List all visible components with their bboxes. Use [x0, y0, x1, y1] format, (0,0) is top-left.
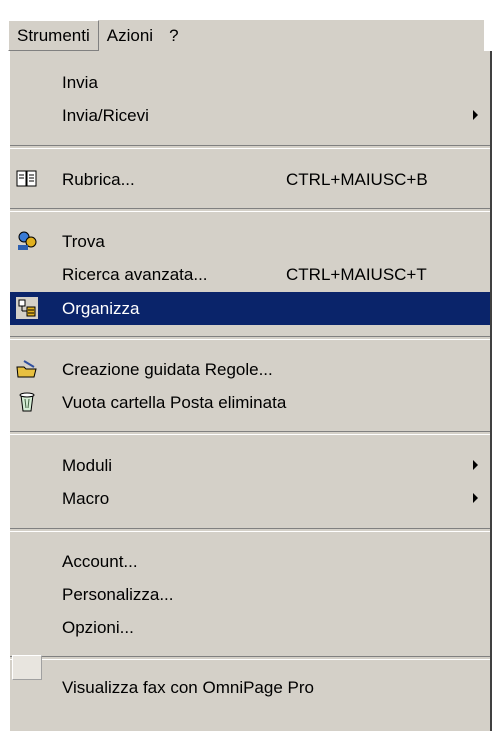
menu-item-rubrica[interactable]: Rubrica... CTRL+MAIUSC+B — [10, 163, 490, 196]
separator — [10, 336, 490, 340]
menu-item-invia[interactable]: Invia — [10, 66, 490, 99]
menu-item-label: Rubrica... — [62, 169, 135, 189]
address-book-icon — [16, 168, 38, 190]
menu-item-label: Creazione guidata Regole... — [62, 359, 273, 379]
menu-item-label: Vuota cartella Posta eliminata — [62, 392, 287, 412]
menu-item-creazione-regole[interactable]: Creazione guidata Regole... — [10, 353, 490, 386]
menu-strumenti[interactable]: Strumenti — [8, 20, 99, 51]
menu-item-personalizza[interactable]: Personalizza... — [10, 578, 490, 611]
submenu-arrow-icon — [473, 110, 478, 120]
find-people-icon — [16, 230, 38, 252]
menu-item-label: Moduli — [62, 455, 113, 475]
menu-item-organizza[interactable]: Organizza — [10, 292, 490, 325]
menu-item-label: Opzioni... — [62, 617, 134, 637]
empty-trash-icon — [16, 391, 38, 413]
menu-item-shortcut: CTRL+MAIUSC+B — [286, 169, 428, 189]
menu-strumenti-label: Strumenti — [17, 25, 90, 45]
strumenti-dropdown: Invia Invia/Ricevi Rubrica... CTRL+MAIUS… — [8, 51, 492, 731]
menu-help[interactable]: ? — [161, 20, 186, 51]
menu-item-moduli[interactable]: Moduli — [10, 449, 490, 482]
menu-help-label: ? — [169, 25, 179, 45]
menu-item-visualizza-fax[interactable]: Visualizza fax con OmniPage Pro — [10, 671, 490, 704]
menu-bar: Strumenti Azioni ? — [8, 20, 484, 51]
separator — [10, 528, 490, 532]
menu-item-label: Trova — [62, 231, 105, 251]
menu-item-label: Personalizza... — [62, 584, 174, 604]
submenu-arrow-icon — [473, 460, 478, 470]
menu-item-label: Invia/Ricevi — [62, 105, 149, 125]
menu-item-shortcut: CTRL+MAIUSC+T — [286, 264, 427, 284]
menu-azioni-label: Azioni — [106, 25, 154, 45]
organize-icon — [16, 297, 38, 319]
menu-item-label: Invia — [62, 72, 98, 92]
menu-item-label: Macro — [62, 488, 110, 508]
menu-item-account[interactable]: Account... — [10, 545, 490, 578]
menu-item-ricerca-avanzata[interactable]: Ricerca avanzata... CTRL+MAIUSC+T — [10, 258, 490, 291]
menu-item-label: Ricerca avanzata... — [62, 264, 208, 284]
rules-wizard-icon — [16, 358, 38, 380]
menu-item-macro[interactable]: Macro — [10, 482, 490, 515]
menu-item-invia-ricevi[interactable]: Invia/Ricevi — [10, 99, 490, 132]
submenu-arrow-icon — [473, 493, 478, 503]
separator — [10, 431, 490, 435]
menu-item-label: Organizza — [62, 298, 140, 318]
blank-icon — [12, 655, 42, 680]
menu-item-opzioni[interactable]: Opzioni... — [10, 611, 490, 644]
separator — [10, 656, 490, 660]
menu-item-trova[interactable]: Trova — [10, 225, 490, 258]
menu-item-label: Account... — [62, 551, 138, 571]
menu-item-vuota-cartella[interactable]: Vuota cartella Posta eliminata — [10, 386, 490, 419]
separator — [10, 145, 490, 149]
separator — [10, 208, 490, 212]
menu-azioni[interactable]: Azioni — [99, 20, 161, 51]
menu-item-label: Visualizza fax con OmniPage Pro — [62, 677, 314, 697]
